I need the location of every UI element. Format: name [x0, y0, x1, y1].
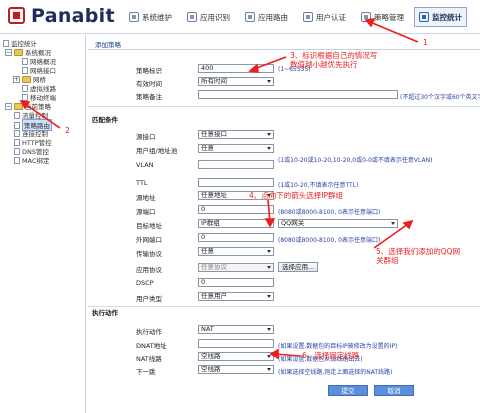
- nav-item-monitor[interactable]: 监控统计: [414, 7, 467, 27]
- logo-text: Panabit: [31, 5, 115, 27]
- vlan-label: VLAN: [136, 161, 154, 169]
- page-icon: [22, 84, 28, 92]
- annotation-step-5: 5、选择我们添加的QQ网 关群组: [376, 247, 461, 265]
- ext-port-label: 外网端口: [136, 236, 162, 244]
- nav-item-app-identify[interactable]: 应用识别: [182, 7, 235, 27]
- user-group-label: 用户组/地址池: [136, 147, 178, 155]
- page-icon: [22, 57, 28, 65]
- valid-time-select[interactable]: 所有时间: [198, 77, 274, 86]
- sidebar-tree: 监控统计 − 系统概况 网络概况 网络接口 + 网桥 虚拟线路 移动终端 − 当前策略…: [0, 35, 86, 413]
- dscp-input[interactable]: 0: [198, 278, 274, 287]
- nav-item-app-route[interactable]: 应用路由: [240, 7, 293, 27]
- folder-icon: [14, 102, 23, 110]
- dnat-hint: (如果设置,数据包的目标IP被修改为设置的IP): [278, 343, 398, 350]
- dst-addr-label: 目标地址: [136, 222, 162, 230]
- annotation-step-2: 2: [65, 126, 70, 135]
- submit-button[interactable]: 提交: [328, 385, 368, 396]
- choose-app-button[interactable]: 选择应用...: [278, 262, 319, 272]
- exec-action-label: 执行动作: [136, 328, 162, 336]
- expand-icon[interactable]: +: [13, 75, 20, 83]
- src-if-label: 源接口: [136, 133, 156, 141]
- page-icon: [22, 66, 28, 74]
- match-section-title: 匹配条件: [92, 116, 118, 124]
- page-icon: [14, 147, 20, 155]
- wrench-icon: [129, 12, 139, 22]
- dnat-input[interactable]: [198, 339, 274, 348]
- annotation-step-3: 3、标识根据自己的情况写 数值越小越优先执行: [290, 51, 378, 69]
- monitor-icon: [419, 12, 429, 22]
- src-port-label: 源端口: [136, 208, 156, 216]
- folder-icon: [22, 75, 31, 83]
- form-buttons-bar: 提交 取消: [88, 382, 480, 399]
- exec-action-select[interactable]: NAT: [198, 325, 274, 334]
- page-icon: [14, 129, 20, 137]
- tag-icon: [187, 12, 197, 22]
- monitor-icon: [3, 39, 9, 47]
- annotation-step-1: 1: [423, 38, 428, 47]
- dst-addr-type-select[interactable]: IP群组: [198, 219, 274, 228]
- policy-note-hint: (不超过30个汉字或60个英文字符): [400, 94, 480, 101]
- dscp-label: DSCP: [136, 279, 154, 287]
- policy-id-label: 策略标识: [136, 67, 162, 75]
- policy-id-input[interactable]: 400: [198, 64, 274, 73]
- user-type-select[interactable]: 任意用户: [198, 292, 274, 301]
- ext-port-hint: (8080或8000-8100, 0表示任意端口): [278, 237, 381, 244]
- main-content: 添加策略 策略标识 400 (1~65535) 有效时间 所有时间 策略备注 (…: [88, 35, 480, 413]
- src-if-select[interactable]: 任意接口: [198, 130, 274, 139]
- app-proto-select[interactable]: 任意协议: [198, 263, 274, 272]
- top-nav: 系统维护 应用识别 应用路由 用户认证 策略管理 监控统计: [124, 7, 472, 27]
- policy-note-label: 策略备注: [136, 93, 162, 101]
- annotation-step-6: 6、选择固定线路: [302, 351, 360, 360]
- ttl-hint: (1或10-20,不填表示任意TTL): [278, 182, 359, 189]
- vlan-input[interactable]: [198, 160, 274, 169]
- collapse-icon[interactable]: −: [5, 102, 12, 110]
- folder-icon: [14, 48, 23, 56]
- ttl-label: TTL: [136, 179, 148, 187]
- section-divider: [88, 106, 480, 107]
- nat-line-label: NAT线路: [136, 355, 162, 363]
- page-icon: [14, 138, 20, 146]
- top-header: Panabit 系统维护 应用识别 应用路由 用户认证 策略管理 监控统计: [0, 0, 480, 34]
- user-group-select[interactable]: 任意: [198, 144, 274, 153]
- annotation-step-4: 4、点向下的箭头选择IP群组: [249, 191, 344, 200]
- section-divider: [88, 306, 480, 307]
- dst-ip-group-select[interactable]: QQ网关: [278, 219, 398, 228]
- user-icon: [303, 12, 313, 22]
- page-icon: [22, 93, 28, 101]
- ext-port-input[interactable]: 0: [198, 233, 274, 242]
- nat-line-select[interactable]: 空线路: [198, 352, 274, 361]
- nav-item-policy[interactable]: 策略管理: [356, 7, 409, 27]
- route-icon: [245, 12, 255, 22]
- dnat-label: DNAT地址: [136, 342, 167, 350]
- nav-item-system[interactable]: 系统维护: [124, 7, 177, 27]
- collapse-icon[interactable]: −: [5, 48, 12, 56]
- tree-item-mac-bind[interactable]: MAC绑定: [14, 155, 49, 165]
- next-hop-select[interactable]: 空线路: [198, 365, 274, 374]
- src-port-hint: (8080或8000-8100, 0表示任意端口): [278, 209, 381, 216]
- next-hop-hint: (如果选择空线路,则走上面选择的NAT线路): [278, 369, 393, 376]
- page-icon: [14, 111, 20, 119]
- ttl-input[interactable]: [198, 178, 274, 187]
- src-addr-label: 源地址: [136, 194, 156, 202]
- policy-icon: [361, 12, 371, 22]
- policy-note-input[interactable]: [198, 90, 398, 99]
- vlan-hint: (1或10-20或10-20,10-20,0或0-0或不填表示任意VLAN): [278, 157, 433, 164]
- page-icon: [14, 156, 20, 164]
- panabit-logo-icon: [8, 7, 25, 24]
- src-port-input[interactable]: 0: [198, 205, 274, 214]
- action-section-title: 执行动作: [92, 309, 118, 317]
- tab-divider: [88, 49, 480, 50]
- app-proto-label: 应用协议: [136, 266, 162, 274]
- next-hop-label: 下一跳: [136, 368, 156, 376]
- cancel-button[interactable]: 取消: [374, 385, 414, 396]
- transport-proto-label: 传输协议: [136, 250, 162, 258]
- transport-proto-select[interactable]: 任意: [198, 247, 274, 256]
- nav-item-user-auth[interactable]: 用户认证: [298, 7, 351, 27]
- user-type-label: 用户类型: [136, 295, 162, 303]
- valid-time-label: 有效时间: [136, 80, 162, 88]
